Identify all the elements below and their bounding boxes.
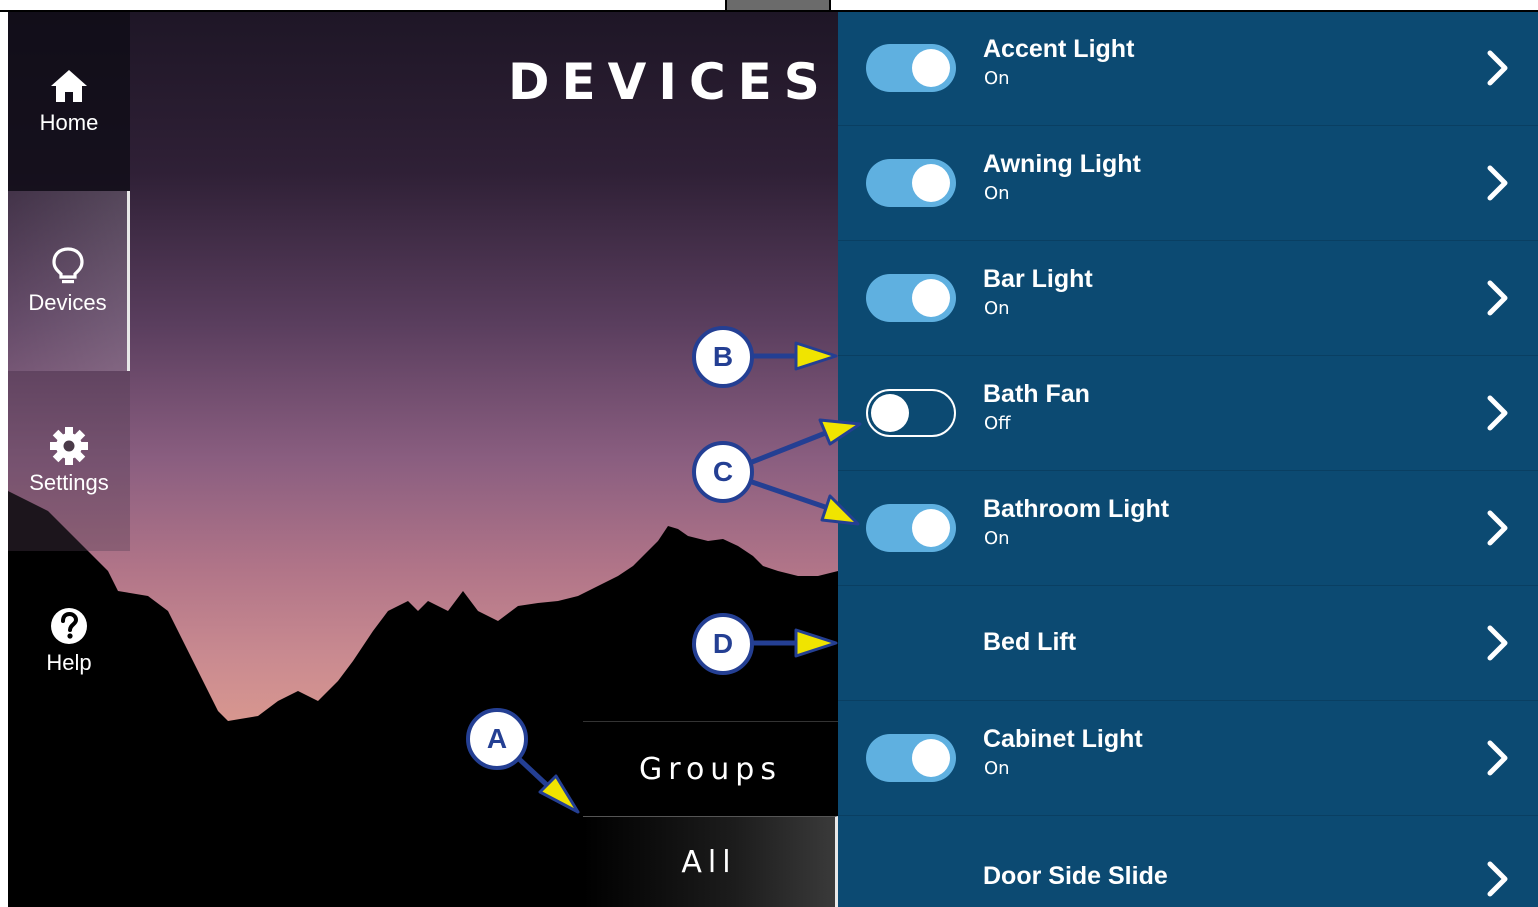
nav-item-help[interactable]: Help	[8, 551, 130, 731]
device-row-bathroom-light[interactable]: Bathroom Light On	[838, 471, 1538, 586]
nav-label-devices: Devices	[28, 290, 107, 315]
callout-d: D	[692, 613, 754, 675]
toggle-knob	[912, 509, 950, 547]
device-name: Bar Light	[983, 265, 1093, 293]
toggle-switch[interactable]	[866, 274, 956, 322]
toggle-knob	[912, 49, 950, 87]
device-name: Cabinet Light	[983, 725, 1143, 753]
page-title: DEVICES	[508, 53, 832, 111]
chevron-right-icon[interactable]	[1486, 509, 1510, 547]
toggle-switch[interactable]	[866, 44, 956, 92]
toggle-knob	[871, 394, 909, 432]
chevron-right-icon[interactable]	[1486, 279, 1510, 317]
toggle-knob	[912, 739, 950, 777]
chevron-right-icon[interactable]	[1486, 624, 1510, 662]
toggle-switch[interactable]	[866, 159, 956, 207]
callout-b: B	[692, 326, 754, 388]
device-status: On	[984, 758, 1010, 779]
toggle-switch[interactable]	[866, 734, 956, 782]
device-status: On	[984, 183, 1010, 204]
chevron-right-icon[interactable]	[1486, 49, 1510, 87]
chevron-right-icon[interactable]	[1486, 164, 1510, 202]
nav-item-settings[interactable]: Settings	[8, 371, 130, 551]
device-status: On	[984, 528, 1010, 549]
device-status: On	[984, 298, 1010, 319]
device-name: Bathroom Light	[983, 495, 1170, 523]
device-status: Off	[984, 413, 1011, 434]
device-row-bed-lift[interactable]: Bed Lift	[838, 586, 1538, 701]
nav-label-help: Help	[46, 650, 92, 675]
chevron-right-icon[interactable]	[1486, 739, 1510, 777]
gear-icon	[50, 427, 88, 465]
toggle-switch[interactable]	[866, 389, 956, 437]
device-name: Bath Fan	[983, 380, 1090, 408]
callout-c: C	[692, 441, 754, 503]
nav-label-settings: Settings	[29, 470, 109, 495]
callout-a: A	[466, 708, 528, 770]
help-icon	[51, 608, 87, 644]
top-tab-marker	[725, 0, 831, 12]
device-row-cabinet-light[interactable]: Cabinet Light On	[838, 701, 1538, 816]
device-name: Bed Lift	[983, 628, 1077, 656]
app-screen: Home Devices Settings Help DEVICES Group…	[8, 11, 1538, 907]
lightbulb-icon	[51, 247, 84, 284]
device-name: Door Side Slide	[983, 862, 1168, 890]
nav-label-home: Home	[39, 110, 99, 135]
nav-item-devices[interactable]: Devices	[8, 191, 130, 371]
nav-item-home[interactable]: Home	[8, 11, 130, 191]
device-row-awning-light[interactable]: Awning Light On	[838, 126, 1538, 241]
device-name: Accent Light	[983, 35, 1135, 63]
sidebar-nav: Home Devices Settings Help	[8, 11, 130, 907]
device-row-door-side-slide[interactable]: Door Side Slide	[838, 816, 1538, 907]
home-icon	[51, 70, 87, 102]
device-row-bar-light[interactable]: Bar Light On	[838, 241, 1538, 356]
tab-all[interactable]: All	[583, 816, 838, 907]
device-list: Accent Light On Awning Light On Bar Ligh…	[838, 11, 1538, 907]
device-name: Awning Light	[983, 150, 1141, 178]
tab-groups[interactable]: Groups	[583, 721, 838, 816]
chevron-right-icon[interactable]	[1486, 860, 1510, 898]
device-row-bath-fan[interactable]: Bath Fan Off	[838, 356, 1538, 471]
toggle-knob	[912, 164, 950, 202]
toggle-knob	[912, 279, 950, 317]
chevron-right-icon[interactable]	[1486, 394, 1510, 432]
device-row-accent-light[interactable]: Accent Light On	[838, 11, 1538, 126]
device-status: On	[984, 68, 1010, 89]
toggle-switch[interactable]	[866, 504, 956, 552]
